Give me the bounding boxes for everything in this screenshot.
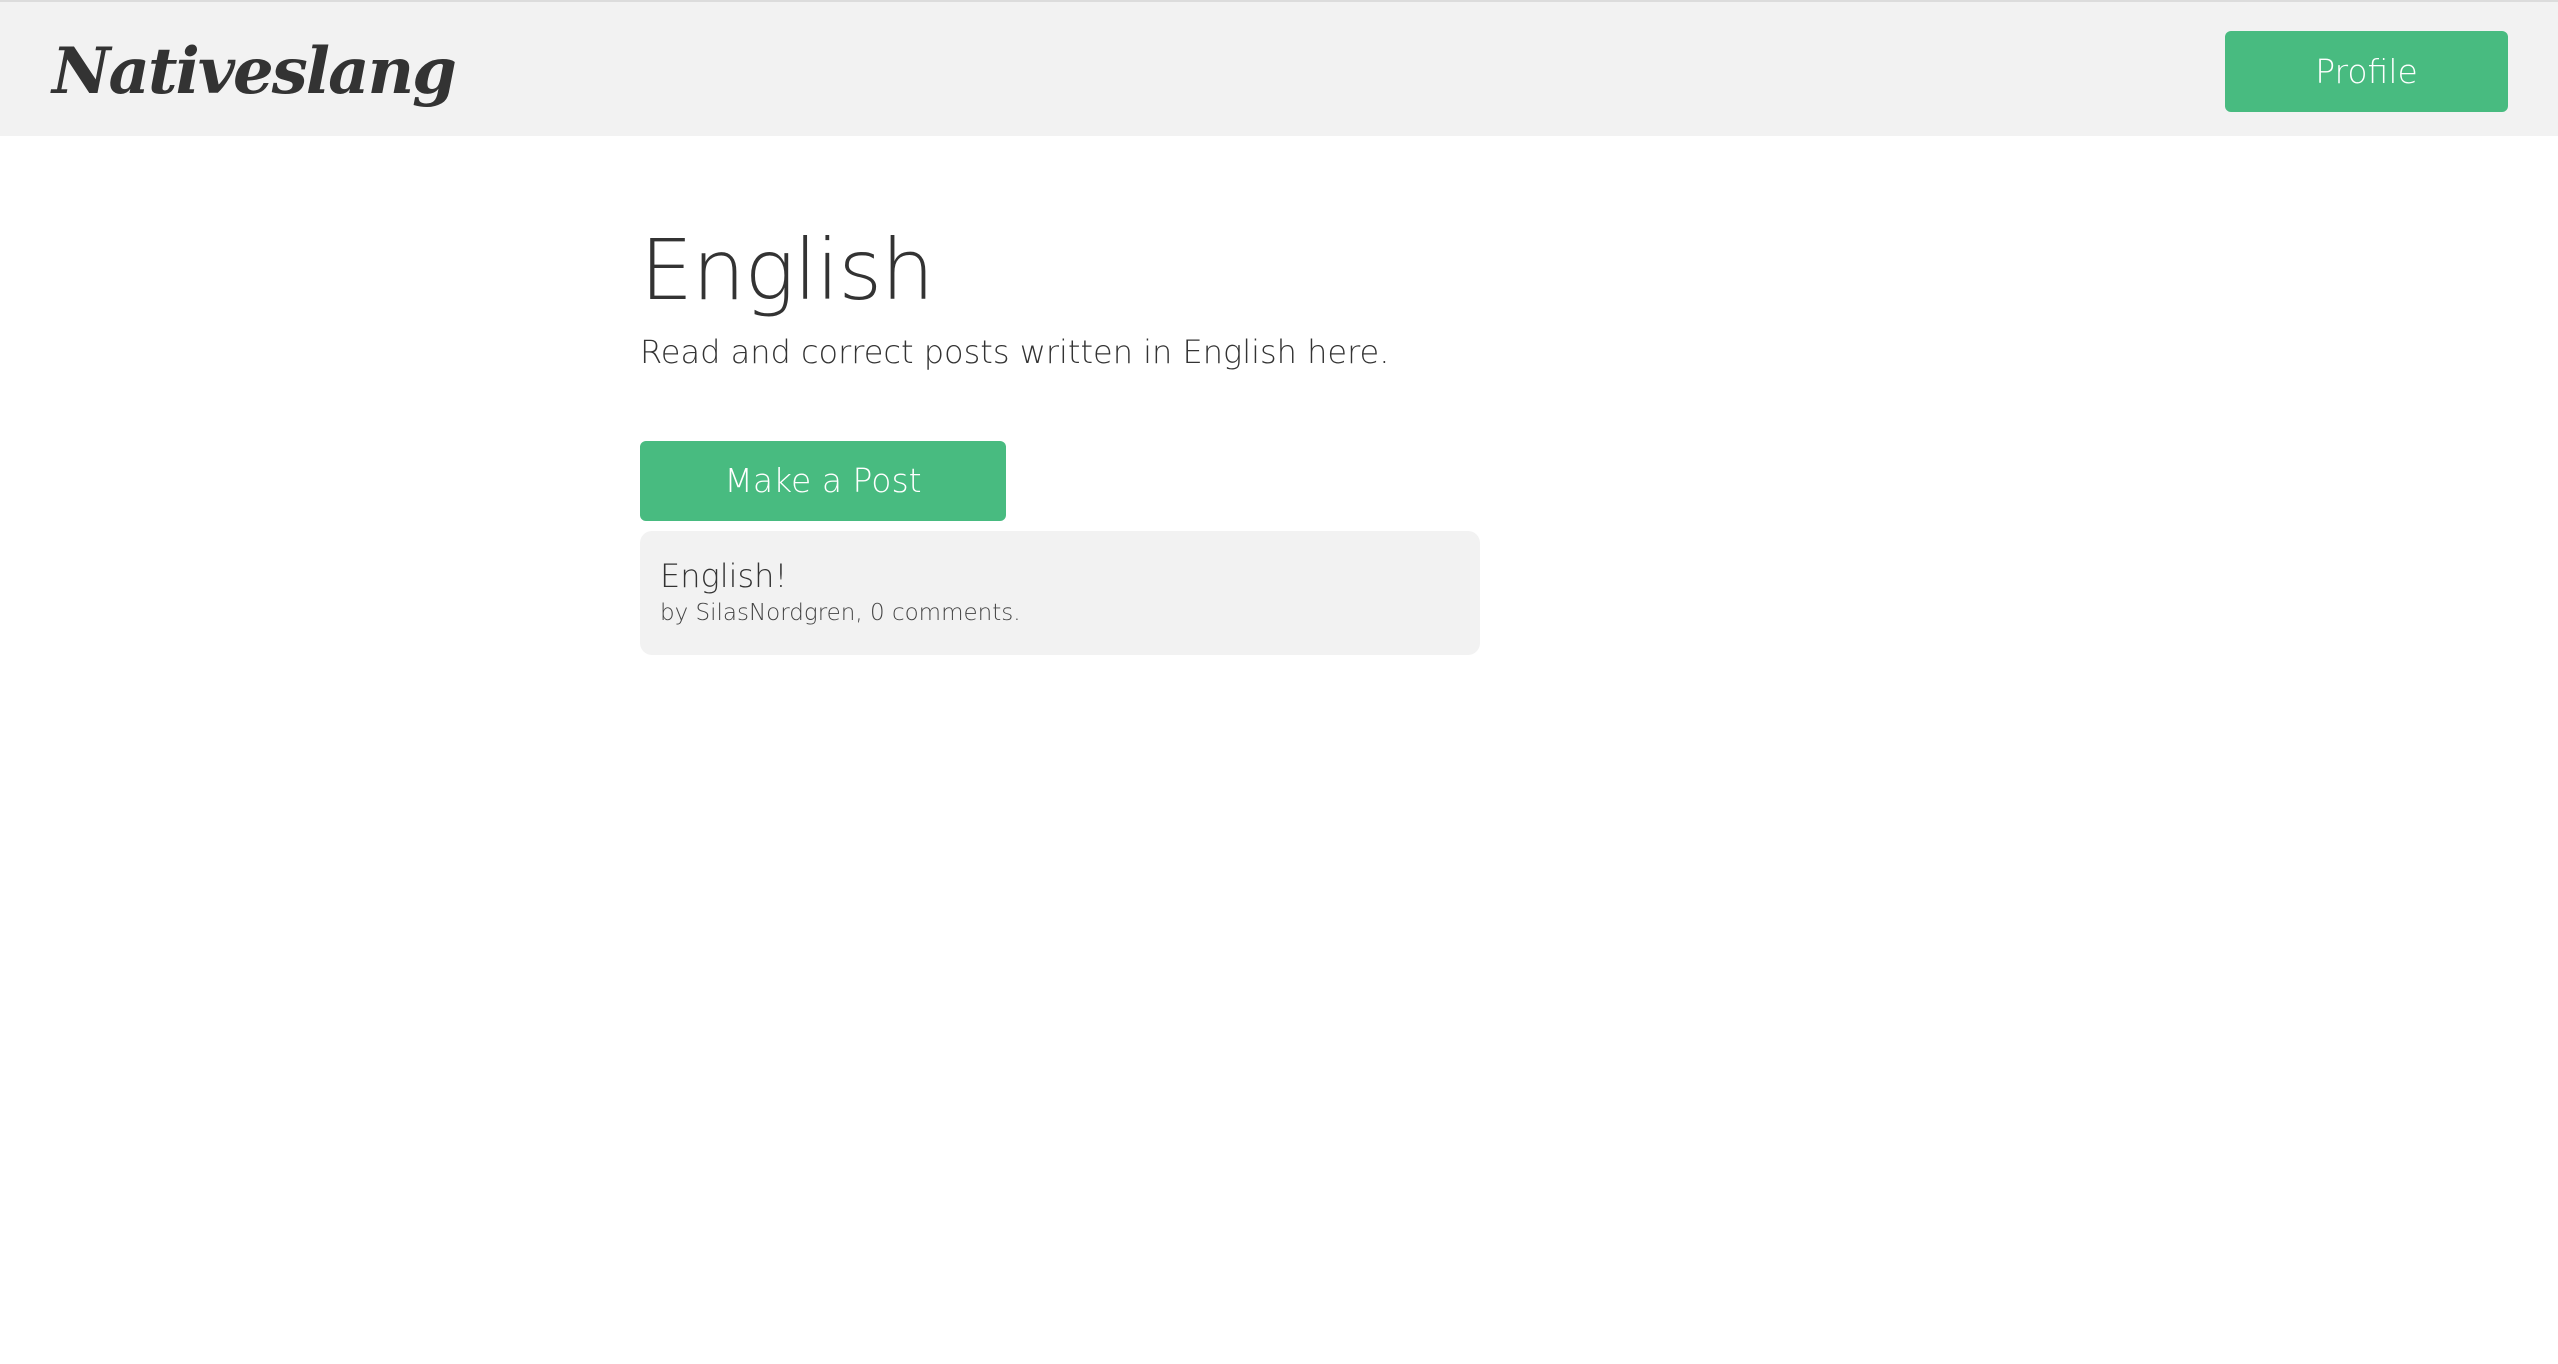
- navbar: Nativeslang Profile: [0, 0, 2558, 136]
- profile-button[interactable]: Profile: [2225, 31, 2508, 112]
- post-meta: by SilasNordgren, 0 comments.: [660, 600, 1021, 626]
- make-post-button[interactable]: Make a Post: [640, 441, 1006, 521]
- site-logo[interactable]: Nativeslang: [52, 30, 457, 114]
- main-content: English Read and correct posts written i…: [640, 210, 1480, 655]
- page-subtitle: Read and correct posts written in Englis…: [640, 333, 1390, 371]
- post-title[interactable]: English!: [660, 555, 1460, 597]
- page-title: English: [640, 221, 934, 319]
- post-card[interactable]: English! by SilasNordgren, 0 comments.: [640, 531, 1480, 655]
